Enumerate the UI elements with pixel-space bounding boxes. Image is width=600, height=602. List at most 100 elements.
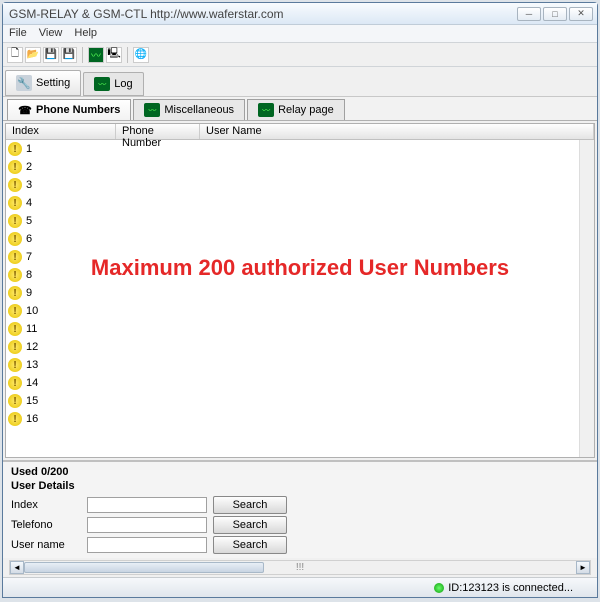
subtab-phone-numbers[interactable]: ☎ Phone Numbers [7,99,131,120]
table-row[interactable]: !4 [6,194,594,212]
subtab-misc-label: Miscellaneous [164,104,234,116]
telefono-label: Telefono [11,519,81,531]
subtab-relay-label: Relay page [278,104,334,116]
globe-icon[interactable]: 🌐 [133,47,149,63]
row-index: 16 [24,413,38,425]
table-row[interactable]: !7 [6,248,594,266]
minimize-button[interactable]: ─ [517,7,541,21]
tab-log-label: Log [114,78,132,90]
row-index: 6 [24,233,32,245]
warning-icon: ! [8,376,22,390]
horizontal-scrollbar[interactable]: ◄ !!! ► [9,560,591,575]
warning-icon: ! [8,250,22,264]
separator [82,47,83,63]
warning-icon: ! [8,178,22,192]
details-panel: Used 0/200 User Details Index Search Tel… [3,460,597,558]
titlebar: GSM-RELAY & GSM-CTL http://www.waferstar… [3,3,597,25]
app-window: GSM-RELAY & GSM-CTL http://www.waferstar… [2,2,598,598]
table-row[interactable]: !15 [6,392,594,410]
scroll-left-arrow[interactable]: ◄ [10,561,24,574]
row-index: 12 [24,341,38,353]
row-index: 14 [24,377,38,389]
warning-icon: ! [8,142,22,156]
subtab-phone-label: Phone Numbers [36,104,120,116]
table-row[interactable]: !8 [6,266,594,284]
save-icon[interactable]: 💾 [43,47,59,63]
telefono-input[interactable] [87,517,207,533]
warning-icon: ! [8,196,22,210]
window-title: GSM-RELAY & GSM-CTL http://www.waferstar… [7,7,517,21]
wrench-icon: 🔧 [16,75,32,91]
saveall-icon[interactable]: 💾 [61,47,77,63]
index-input[interactable] [87,497,207,513]
warning-icon: ! [8,340,22,354]
row-index: 3 [24,179,32,191]
col-index[interactable]: Index [6,124,116,139]
phone-icon: ☎ [18,103,32,117]
menu-file[interactable]: File [9,27,27,40]
oscilloscope-icon: 〰 [144,103,160,117]
subtab-miscellaneous[interactable]: 〰 Miscellaneous [133,99,245,120]
row-index: 10 [24,305,38,317]
table-row[interactable]: !5 [6,212,594,230]
table-row[interactable]: !2 [6,158,594,176]
table-row[interactable]: !9 [6,284,594,302]
username-input[interactable] [87,537,207,553]
warning-icon: ! [8,286,22,300]
scroll-thumb[interactable] [24,562,264,573]
row-index: 15 [24,395,38,407]
search-telefono-button[interactable]: Search [213,516,287,534]
username-label: User name [11,539,81,551]
table-row[interactable]: !3 [6,176,594,194]
oscilloscope-icon: 〰 [258,103,274,117]
toolbar: 🗋 📂 💾 💾 〰 🖳 🌐 [3,43,597,67]
menu-view[interactable]: View [39,27,63,40]
status-text: ID:123123 is connected... [448,582,573,594]
tab-setting-label: Setting [36,77,70,89]
row-index: 11 [24,323,37,335]
subtab-relay-page[interactable]: 〰 Relay page [247,99,345,120]
table-row[interactable]: !13 [6,356,594,374]
col-username[interactable]: User Name [200,124,594,139]
table-row[interactable]: !1 [6,140,594,158]
search-index-button[interactable]: Search [213,496,287,514]
used-count: Used 0/200 [11,466,589,478]
row-index: 2 [24,161,32,173]
table-row[interactable]: !12 [6,338,594,356]
maximize-button[interactable]: □ [543,7,567,21]
warning-icon: ! [8,268,22,282]
warning-icon: ! [8,394,22,408]
table-row[interactable]: !11 [6,320,594,338]
status-dot-icon [434,583,444,593]
tab-log[interactable]: 〰 Log [83,72,143,96]
row-index: 5 [24,215,32,227]
table-row[interactable]: !6 [6,230,594,248]
vertical-scrollbar[interactable] [579,140,594,457]
row-index: 1 [24,143,32,155]
statusbar: ID:123123 is connected... [3,577,597,597]
scroll-right-arrow[interactable]: ► [576,561,590,574]
row-index: 8 [24,269,32,281]
table-row[interactable]: !16 [6,410,594,428]
close-button[interactable]: ✕ [569,7,593,21]
col-phone[interactable]: Phone Number [116,124,200,139]
table-row[interactable]: !10 [6,302,594,320]
table-row[interactable]: !14 [6,374,594,392]
tab-setting[interactable]: 🔧 Setting [5,70,81,96]
open-icon[interactable]: 📂 [25,47,41,63]
row-index: 7 [24,251,32,263]
index-label: Index [11,499,81,511]
warning-icon: ! [8,214,22,228]
details-heading: User Details [11,480,589,492]
monitor-icon[interactable]: 〰 [88,47,104,63]
device-icon[interactable]: 🖳 [106,47,122,63]
oscilloscope-icon: 〰 [94,77,110,91]
menubar: File View Help [3,25,597,43]
row-index: 9 [24,287,32,299]
search-username-button[interactable]: Search [213,536,287,554]
menu-help[interactable]: Help [74,27,97,40]
row-index: 4 [24,197,32,209]
list-header: Index Phone Number User Name [6,124,594,140]
new-icon[interactable]: 🗋 [7,47,23,63]
warning-icon: ! [8,160,22,174]
